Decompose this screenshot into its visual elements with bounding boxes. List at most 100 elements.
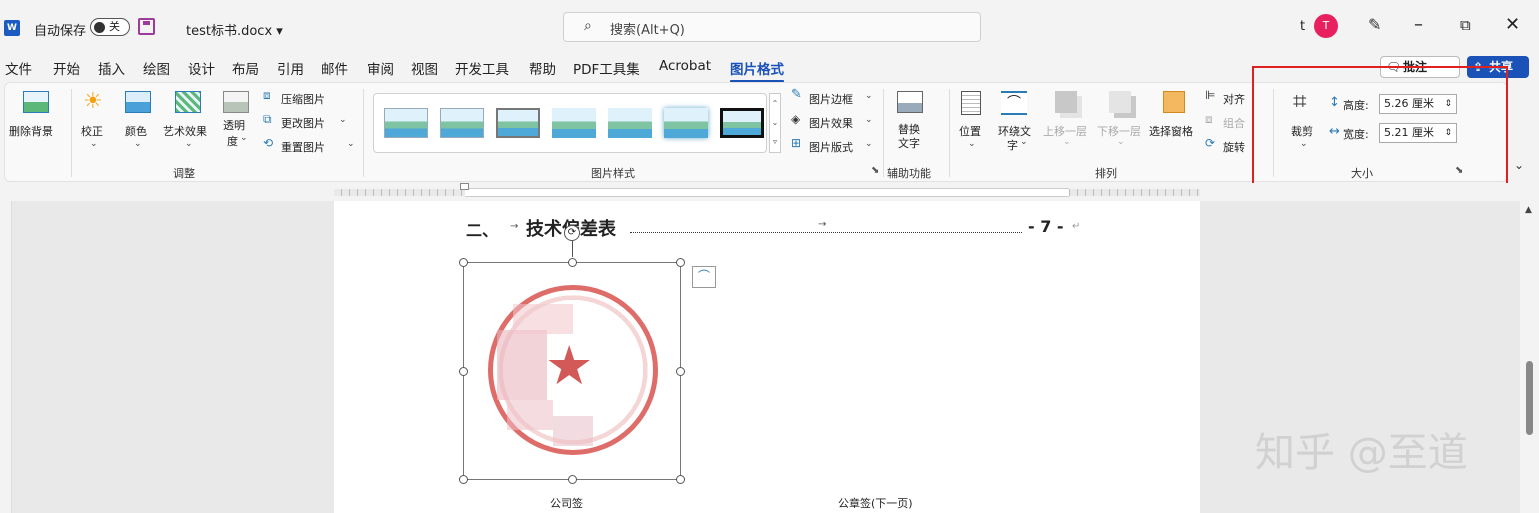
style-thumbnail-6[interactable] <box>664 108 708 138</box>
arrange-group-label: 排列 <box>1095 167 1117 180</box>
ribbon-collapse-icon[interactable]: ⌄ <box>1514 158 1524 172</box>
tab-help[interactable]: 帮助 <box>529 58 556 78</box>
picture-border-caret: ⌄ <box>865 91 873 101</box>
picture-styles-gallery <box>373 93 767 153</box>
minimize-icon[interactable]: – <box>1414 14 1423 36</box>
rotate-label: 旋转 <box>1223 141 1245 154</box>
document-page[interactable]: 二、 → 技术偏差表 → - 7 - ↵ ★ ⟳ ⌒ 公司签 公章签(下一页) <box>334 201 1200 513</box>
tab-acrobat[interactable]: Acrobat <box>659 58 711 74</box>
tab-mailings[interactable]: 邮件 <box>321 58 348 78</box>
alt-text-label-2: 文字 <box>898 137 920 150</box>
color-button[interactable]: 颜色 ⌄ <box>117 89 159 159</box>
tab-draw[interactable]: 绘图 <box>143 58 170 78</box>
tab-view[interactable]: 视图 <box>411 58 438 78</box>
tab-layout[interactable]: 布局 <box>232 58 259 78</box>
selection-pane-button[interactable]: 选择窗格 <box>1147 89 1201 159</box>
rotate-button[interactable]: ⟳ 旋转 <box>1203 136 1259 155</box>
change-picture-label: 更改图片 <box>281 117 325 130</box>
tab-picture-format[interactable]: 图片格式 <box>730 58 784 83</box>
align-icon: ⊫ <box>1205 88 1216 102</box>
effects-icon: ◈ <box>791 112 801 126</box>
tab-references[interactable]: 引用 <box>277 58 304 78</box>
artistic-effects-icon <box>175 91 201 113</box>
tab-file[interactable]: 文件 <box>5 58 32 78</box>
reset-picture-label: 重置图片 <box>281 141 325 154</box>
picture-border-button[interactable]: ✎ 图片边框 ⌄ <box>789 87 879 107</box>
group-button[interactable]: ⧈ 组合 <box>1203 112 1259 131</box>
scroll-thumb[interactable] <box>1526 361 1533 435</box>
corrections-label: 校正 <box>81 125 103 138</box>
search-input[interactable]: 搜索(Alt+Q) <box>610 19 685 38</box>
compress-icon: ⧈ <box>263 88 271 102</box>
transparency-label-1: 透明 <box>223 119 245 132</box>
picture-styles-launcher-icon[interactable]: ⬊ <box>871 165 879 176</box>
layout-options-icon[interactable]: ⌒ <box>692 266 716 288</box>
alt-text-button[interactable]: 替换 文字 <box>889 89 933 159</box>
send-backward-button[interactable]: 下移一层 ⌄ <box>1095 89 1147 159</box>
search-box[interactable]: ⌕ 搜索(Alt+Q) <box>563 12 981 42</box>
picture-layout-button[interactable]: ⊞ 图片版式 ⌄ <box>789 136 879 155</box>
position-icon <box>961 91 981 115</box>
close-icon[interactable]: ✕ <box>1505 14 1520 36</box>
company-seal-image: ★ <box>488 285 658 455</box>
reset-picture-button[interactable]: ⟲ 重置图片 ⌄ <box>261 136 357 155</box>
avatar[interactable]: T <box>1314 14 1338 38</box>
accessibility-group-label: 辅助功能 <box>887 167 931 180</box>
compress-label: 压缩图片 <box>281 93 325 106</box>
transparency-button[interactable]: 透明 度 ⌄ <box>219 89 255 159</box>
style-thumbnail-7[interactable] <box>720 108 764 138</box>
alt-text-icon <box>897 91 923 113</box>
compress-pictures-button[interactable]: ⧈ 压缩图片 <box>261 88 341 107</box>
group-label: 组合 <box>1223 117 1245 130</box>
align-button[interactable]: ⊫ 对齐 <box>1203 88 1259 107</box>
send-backward-caret: ⌄ <box>1117 137 1125 147</box>
position-button[interactable]: 位置 ⌄ <box>955 89 989 159</box>
selected-picture[interactable]: ★ ⟳ <box>459 225 685 484</box>
sun-icon: ☀ <box>83 89 103 114</box>
tab-developer[interactable]: 开发工具 <box>455 58 509 78</box>
picture-effects-caret: ⌄ <box>865 115 873 125</box>
style-thumbnail-2[interactable] <box>440 108 484 138</box>
pen-icon[interactable]: ✎ <box>1368 15 1381 34</box>
change-picture-icon: ⧉ <box>263 112 272 126</box>
color-caret: ⌄ <box>134 139 142 149</box>
tab-home[interactable]: 开始 <box>53 58 80 78</box>
picture-effects-button[interactable]: ◈ 图片效果 ⌄ <box>789 112 879 131</box>
align-label: 对齐 <box>1223 93 1245 106</box>
tab-pdf-tools[interactable]: PDF工具集 <box>573 58 640 78</box>
rotate-handle-icon[interactable]: ⟳ <box>564 225 580 241</box>
style-thumbnail-1[interactable] <box>384 108 428 138</box>
gallery-scroll[interactable]: ⌃ ⌄ ▿ <box>769 93 781 153</box>
wrap-text-icon: ⌒ <box>1001 91 1027 115</box>
bring-forward-button[interactable]: 上移一层 ⌄ <box>1041 89 1093 159</box>
watermark-text: 知乎 @至道 <box>1255 430 1468 476</box>
vertical-scrollbar[interactable]: ▲ <box>1520 201 1539 513</box>
scroll-up-icon[interactable]: ▲ <box>1525 205 1532 215</box>
word-app-icon: W <box>4 20 20 36</box>
horizontal-ruler <box>0 183 1539 201</box>
tab-review[interactable]: 审阅 <box>367 58 394 78</box>
corrections-button[interactable]: ☀ 校正 ⌄ <box>73 89 115 159</box>
style-thumbnail-3[interactable] <box>496 108 540 138</box>
paragraph-mark-icon: ↵ <box>1072 221 1081 232</box>
style-thumbnail-5[interactable] <box>608 108 652 138</box>
tab-design[interactable]: 设计 <box>188 58 215 78</box>
change-picture-button[interactable]: ⧉ 更改图片 ⌄ <box>261 112 351 131</box>
document-filename[interactable]: test标书.docx ▾ <box>186 20 283 39</box>
ruler-indent-marker[interactable] <box>460 183 469 190</box>
restore-icon[interactable]: ⧉ <box>1460 14 1471 36</box>
avatar-letter: T <box>1322 19 1330 32</box>
remove-background-button[interactable]: 删除背景 <box>7 89 65 149</box>
autosave-toggle[interactable]: 关 <box>90 18 130 36</box>
toc-leader <box>630 232 1022 233</box>
wrap-text-label-2: 字 <box>1007 139 1018 152</box>
remove-background-icon <box>23 91 49 113</box>
user-initial: t <box>1300 19 1306 34</box>
size-highlight-box <box>1252 66 1508 198</box>
layout-icon: ⊞ <box>791 136 802 150</box>
artistic-effects-button[interactable]: 艺术效果 ⌄ <box>161 89 217 159</box>
tab-insert[interactable]: 插入 <box>98 58 125 78</box>
style-thumbnail-4[interactable] <box>552 108 596 138</box>
wrap-text-button[interactable]: ⌒ 环绕文 字 ⌄ <box>993 89 1037 159</box>
save-icon[interactable] <box>138 18 155 35</box>
